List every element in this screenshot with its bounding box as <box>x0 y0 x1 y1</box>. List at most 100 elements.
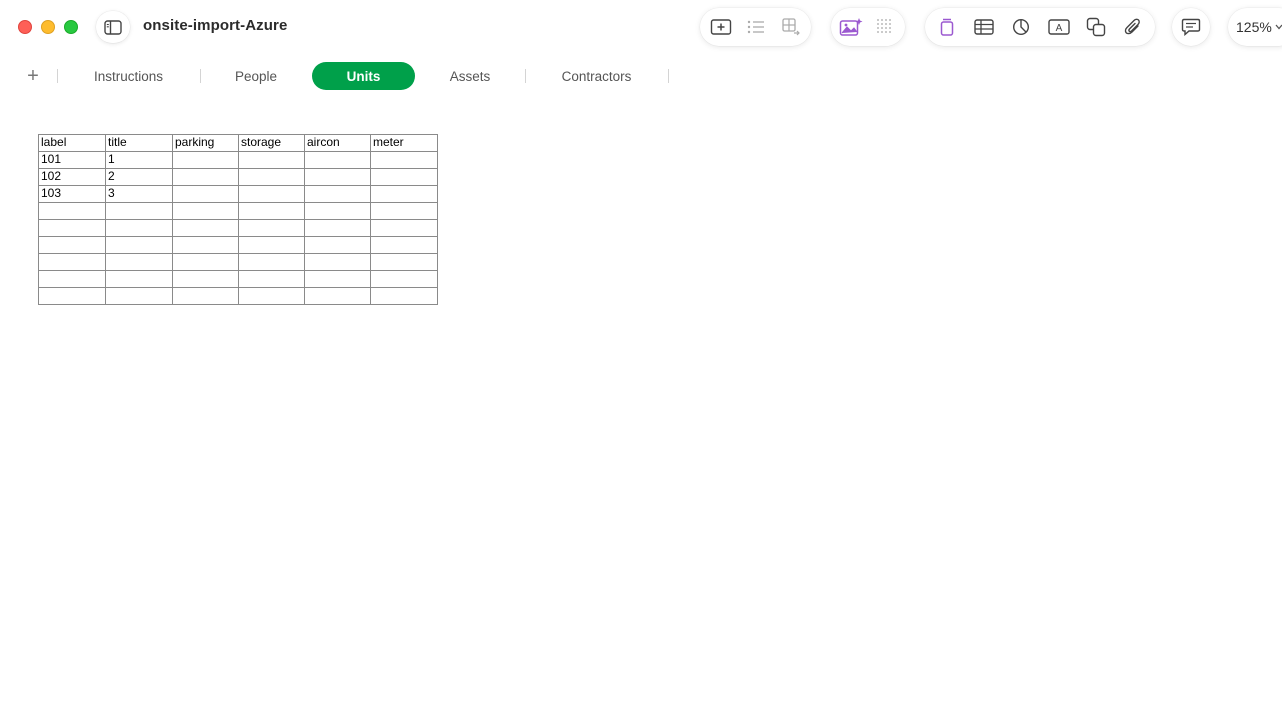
table-cell[interactable] <box>370 219 438 237</box>
table-cell[interactable] <box>105 287 173 305</box>
table-cell[interactable] <box>172 236 239 254</box>
paperclip-icon <box>1125 18 1141 35</box>
table-cell[interactable] <box>304 202 371 220</box>
table-cell[interactable] <box>238 202 305 220</box>
text-box-button[interactable]: A <box>1045 13 1072 41</box>
text-box-icon: A <box>1047 19 1070 35</box>
table-cell[interactable] <box>370 287 438 305</box>
table-cell[interactable] <box>172 185 239 203</box>
table-cell[interactable] <box>238 151 305 169</box>
table-cell[interactable]: 1 <box>105 151 173 169</box>
comment-button[interactable] <box>1177 13 1205 41</box>
table-grid-icon <box>781 18 800 36</box>
tab-units[interactable]: Units <box>312 62 415 90</box>
tab-divider <box>668 69 669 83</box>
table-cell[interactable] <box>304 151 371 169</box>
table-header-cell[interactable]: meter <box>370 134 438 152</box>
table-cell[interactable] <box>238 185 305 203</box>
table-cell[interactable] <box>304 236 371 254</box>
table-cell[interactable] <box>304 168 371 186</box>
table-cell[interactable]: 3 <box>105 185 173 203</box>
table-cell[interactable] <box>172 270 239 288</box>
table-body: label title parking storage aircon meter 101 1 1… <box>38 134 438 305</box>
tab-contractors[interactable]: Contractors <box>526 62 667 90</box>
table-cell[interactable] <box>172 219 239 237</box>
table-cell[interactable] <box>238 236 305 254</box>
comment-icon <box>1181 18 1201 36</box>
add-sheet-button[interactable]: + <box>22 64 44 88</box>
table-cell[interactable] <box>38 202 106 220</box>
table-cell[interactable] <box>38 253 106 271</box>
dots-grid-button[interactable] <box>873 13 897 41</box>
table-header-cell[interactable]: label <box>38 134 106 152</box>
table-row: 101 1 <box>38 151 438 169</box>
shape-button[interactable] <box>933 13 960 41</box>
sidebar-icon <box>104 19 122 35</box>
table-layout-button[interactable] <box>778 13 803 41</box>
table-cell[interactable]: 101 <box>38 151 106 169</box>
table-cell[interactable] <box>304 270 371 288</box>
add-element-button[interactable] <box>708 13 733 41</box>
table-cell[interactable] <box>370 151 438 169</box>
table-cell[interactable] <box>172 202 239 220</box>
table-cell[interactable] <box>38 236 106 254</box>
table-button[interactable] <box>970 13 997 41</box>
table-cell[interactable] <box>370 202 438 220</box>
table-cell[interactable] <box>370 236 438 254</box>
table-cell[interactable] <box>304 185 371 203</box>
table-row <box>38 270 438 288</box>
table-header-cell[interactable]: title <box>105 134 173 152</box>
table-cell[interactable] <box>38 270 106 288</box>
table-cell[interactable] <box>238 219 305 237</box>
table-cell[interactable] <box>172 287 239 305</box>
table-header-cell[interactable]: parking <box>172 134 239 152</box>
attach-button[interactable] <box>1120 13 1147 41</box>
table-cell[interactable] <box>38 287 106 305</box>
sidebar-toggle-button[interactable] <box>96 11 130 43</box>
tab-label: Assets <box>449 68 491 84</box>
table-cell[interactable] <box>370 270 438 288</box>
chart-button[interactable] <box>1008 13 1035 41</box>
table-cell[interactable] <box>105 270 173 288</box>
table-cell[interactable] <box>38 219 106 237</box>
table-cell[interactable] <box>172 253 239 271</box>
minimize-window-button[interactable] <box>41 20 55 34</box>
table-row <box>38 253 438 271</box>
table-header-cell[interactable]: storage <box>238 134 305 152</box>
table-cell[interactable]: 103 <box>38 185 106 203</box>
table-row <box>38 202 438 220</box>
table-cell[interactable] <box>370 168 438 186</box>
fullscreen-window-button[interactable] <box>64 20 78 34</box>
table-cell[interactable] <box>105 219 173 237</box>
table-cell[interactable] <box>105 236 173 254</box>
tab-instructions[interactable]: Instructions <box>58 62 199 90</box>
table-icon <box>974 19 994 35</box>
table-cell[interactable] <box>304 219 371 237</box>
table-cell[interactable] <box>370 185 438 203</box>
table-cell[interactable] <box>304 253 371 271</box>
table-cell[interactable] <box>105 202 173 220</box>
table-cell[interactable] <box>172 151 239 169</box>
table-cell[interactable] <box>105 253 173 271</box>
table-cell[interactable] <box>238 253 305 271</box>
dots-grid-icon <box>877 19 891 33</box>
zoom-menu[interactable]: 125% <box>1228 8 1282 46</box>
shapes-button[interactable] <box>1082 13 1109 41</box>
table-cell[interactable]: 102 <box>38 168 106 186</box>
tab-people[interactable]: People <box>201 62 311 90</box>
table-cell[interactable]: 2 <box>105 168 173 186</box>
table-cell[interactable] <box>304 287 371 305</box>
table-header-cell[interactable]: aircon <box>304 134 371 152</box>
units-table: label title parking storage aircon meter 101 1 1… <box>38 134 438 305</box>
close-window-button[interactable] <box>18 20 32 34</box>
tab-assets[interactable]: Assets <box>416 62 524 90</box>
image-generate-button[interactable] <box>839 13 863 41</box>
comment-toolbar-group <box>1172 8 1210 46</box>
table-cell[interactable] <box>238 168 305 186</box>
table-cell[interactable] <box>238 287 305 305</box>
list-button[interactable] <box>743 13 768 41</box>
table-cell[interactable] <box>172 168 239 186</box>
table-cell[interactable] <box>370 253 438 271</box>
list-icon <box>747 20 764 34</box>
table-cell[interactable] <box>238 270 305 288</box>
